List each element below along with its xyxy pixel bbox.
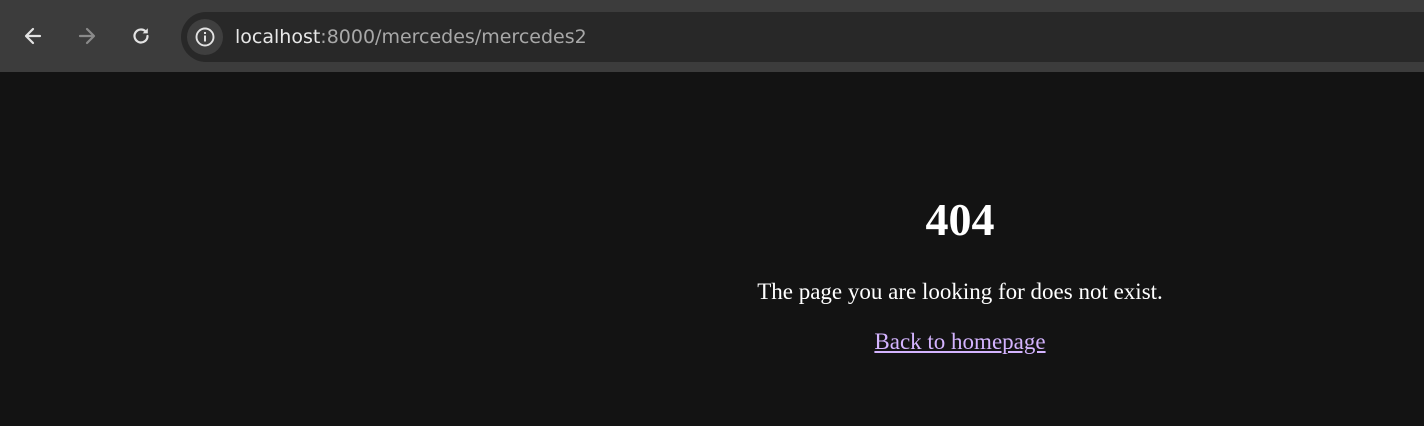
back-button[interactable] [15, 18, 51, 54]
back-to-homepage-link[interactable]: Back to homepage [874, 329, 1045, 354]
site-info-button[interactable] [187, 19, 223, 55]
browser-toolbar: localhost:8000/mercedes/mercedes2 [0, 0, 1424, 72]
url-host: localhost [235, 26, 321, 48]
forward-button[interactable] [69, 18, 105, 54]
url-path: :8000/mercedes/mercedes2 [320, 26, 587, 48]
page-content: 404 The page you are looking for does no… [496, 72, 1424, 426]
error-code-heading: 404 [925, 194, 995, 245]
reload-icon [133, 28, 149, 44]
url-text[interactable]: localhost:8000/mercedes/mercedes2 [235, 25, 587, 49]
arrow-left-icon [24, 27, 42, 45]
arrow-right-icon [78, 27, 96, 45]
reload-button[interactable] [123, 18, 159, 54]
error-message: The page you are looking for does not ex… [757, 279, 1163, 304]
info-icon [195, 27, 215, 47]
address-bar[interactable]: localhost:8000/mercedes/mercedes2 [181, 12, 1424, 62]
